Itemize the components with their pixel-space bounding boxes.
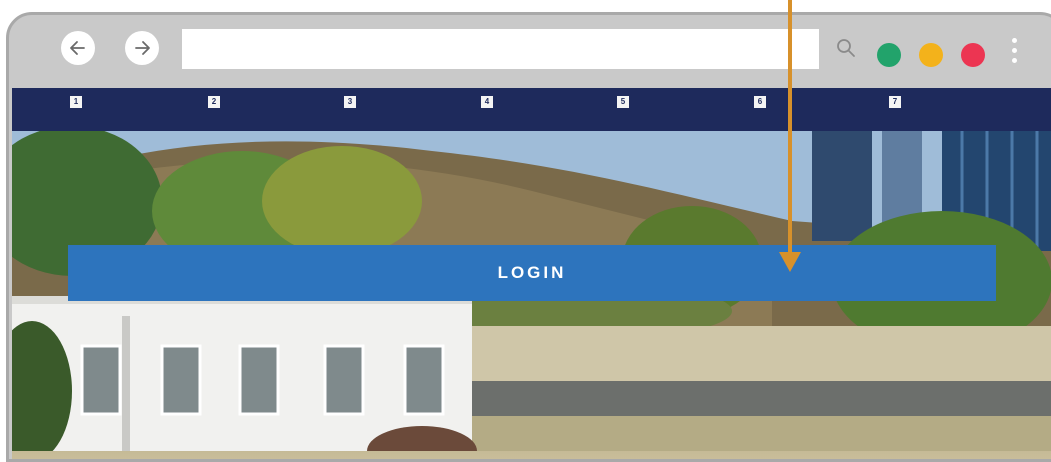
green-window-button[interactable]: [877, 43, 901, 67]
nav-item-4[interactable]: 4: [481, 96, 493, 108]
search-icon[interactable]: [835, 37, 857, 59]
browser-toolbar: [9, 15, 1051, 87]
site-navbar: 1 2 3 4 5 6 7: [12, 88, 1051, 131]
arrow-left-icon: [70, 41, 85, 55]
address-bar[interactable]: [182, 29, 819, 69]
nav-item-7[interactable]: 7: [889, 96, 901, 108]
arrow-right-icon: [135, 41, 150, 55]
back-button[interactable]: [61, 31, 95, 65]
browser-window: 1 2 3 4 5 6 7 LOGIN: [6, 12, 1051, 462]
forward-button[interactable]: [125, 31, 159, 65]
nav-item-6[interactable]: 6: [754, 96, 766, 108]
page-content: 1 2 3 4 5 6 7 LOGIN: [12, 88, 1051, 459]
nav-item-1[interactable]: 1: [70, 96, 82, 108]
nav-item-5[interactable]: 5: [617, 96, 629, 108]
login-label: LOGIN: [497, 263, 567, 282]
pointer-arrow-icon: [779, 0, 801, 272]
kebab-menu-icon[interactable]: [1009, 33, 1019, 73]
nav-item-3[interactable]: 3: [344, 96, 356, 108]
login-button[interactable]: LOGIN: [68, 245, 996, 301]
yellow-window-button[interactable]: [919, 43, 943, 67]
red-window-button[interactable]: [961, 43, 985, 67]
hero-photo: LOGIN: [12, 131, 1051, 459]
nav-item-2[interactable]: 2: [208, 96, 220, 108]
